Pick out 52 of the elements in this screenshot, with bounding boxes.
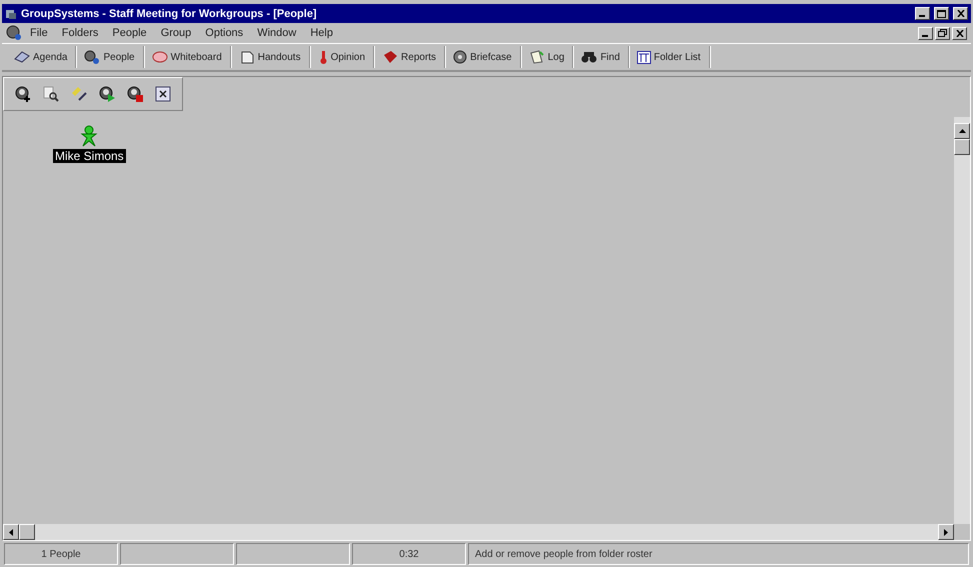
window-title: GroupSystems - Staff Meeting for Workgroups - [People] (21, 8, 318, 20)
maximize-button[interactable] (934, 7, 949, 20)
agenda-icon (14, 50, 30, 64)
minimize-button[interactable] (915, 7, 930, 20)
toolbar-button[interactable]: Find (573, 46, 629, 68)
thermometer-icon (318, 50, 328, 64)
binoculars-icon (581, 50, 598, 64)
horizontal-scrollbar[interactable] (3, 524, 954, 540)
toolbar-button[interactable]: Briefcase (445, 46, 521, 68)
whiteboard-icon (152, 50, 168, 64)
person-name[interactable]: Mike Simons (53, 149, 126, 163)
toolbar-button[interactable]: Whiteboard (144, 46, 231, 68)
page-icon (238, 50, 255, 64)
columns-icon (636, 50, 651, 64)
toolbar-button[interactable]: People (76, 46, 144, 68)
scroll-thumb[interactable] (954, 139, 970, 155)
menu-item[interactable]: Group (154, 27, 198, 39)
toolbar-button[interactable]: Folder List (628, 46, 710, 68)
menu-item[interactable]: Options (199, 27, 250, 39)
disc-icon (453, 50, 468, 64)
close-icon (956, 30, 964, 36)
status-text: 1 People (4, 543, 118, 565)
status-text: Add or remove people from folder roster (468, 543, 969, 565)
toolbar-button[interactable]: Opinion (310, 46, 374, 68)
restore-icon (938, 29, 947, 37)
toolbar-button[interactable]: Reports (374, 46, 446, 68)
toolbar-button[interactable]: Agenda (6, 46, 76, 68)
people-icon (6, 25, 22, 41)
left-arrow-icon (9, 528, 13, 536)
scroll-thumb[interactable] (19, 524, 35, 540)
toolbar-button[interactable]: Handouts (230, 46, 310, 68)
close-button[interactable] (952, 26, 967, 40)
maximize-icon (937, 10, 946, 18)
book-icon (382, 50, 398, 64)
note-icon (528, 50, 545, 64)
menu-item[interactable]: Folders (56, 27, 104, 39)
toolbar-button[interactable]: Log (520, 46, 574, 68)
menu-item[interactable]: Window (251, 27, 302, 39)
menu-item[interactable]: File (24, 27, 54, 39)
restore-button[interactable] (935, 26, 950, 40)
person-icon[interactable] (79, 125, 100, 147)
app-icon (5, 8, 17, 20)
minimize-button[interactable] (918, 26, 933, 40)
close-icon (956, 10, 964, 17)
right-arrow-icon (944, 528, 948, 536)
close-button[interactable] (953, 7, 968, 20)
menu-item[interactable]: Help (304, 27, 339, 39)
status-text: 0:32 (352, 543, 466, 565)
menu-item[interactable]: People (106, 27, 153, 39)
people-icon (84, 50, 100, 64)
up-arrow-icon (958, 129, 966, 133)
vertical-scrollbar[interactable] (954, 117, 970, 524)
